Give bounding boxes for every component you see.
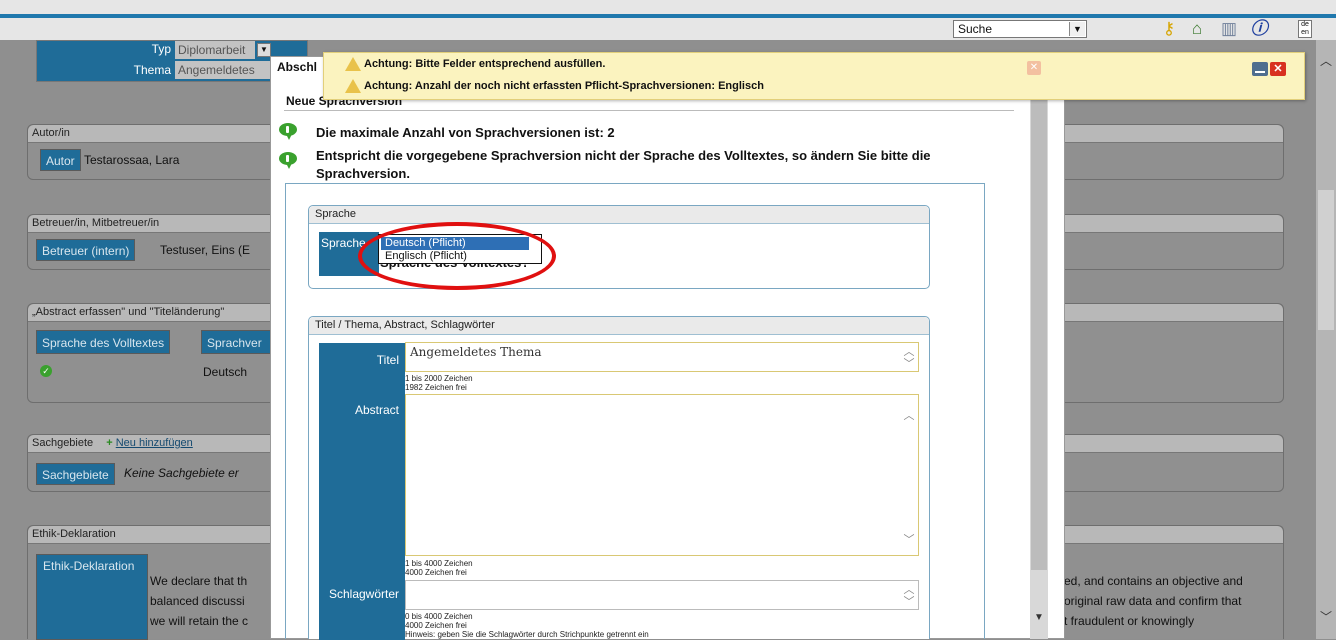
betreuer-value: Testuser, Eins (E (160, 243, 251, 257)
info-bubble-icon (279, 152, 297, 170)
schlagwoerter-label: Schlagwörter (328, 587, 399, 601)
top-toolbar (0, 0, 1336, 40)
page-scrollbar[interactable] (1316, 40, 1336, 639)
home-icon[interactable]: ⌂ (1186, 19, 1208, 39)
betreuer-label: Betreuer (intern) (36, 239, 136, 261)
schlagwoerter-limit: 0 bis 4000 Zeichen (405, 612, 473, 621)
abstract-free: 4000 Zeichen frei (405, 568, 467, 577)
scroll-up-icon[interactable]: ︿ (1318, 52, 1334, 68)
minimize-icon[interactable] (1252, 62, 1268, 76)
titel-label-column: Titel Abstract Schlagwörter (319, 343, 405, 640)
titel-limit: 1 bis 2000 Zeichen (405, 374, 473, 383)
neu-hinzufuegen-link[interactable]: Neu hinzufügen (116, 437, 193, 449)
typ-label: Typ (151, 42, 171, 56)
scroll-down-icon[interactable]: ﹀ (903, 355, 915, 371)
lang-en-label: en (1301, 29, 1309, 36)
search-select[interactable]: Suche ▼ (953, 20, 1087, 38)
dialog-scroll-down-icon[interactable]: ▼ (1031, 612, 1047, 626)
warning-line-2: Achtung: Anzahl der noch nicht erfassten… (364, 80, 764, 92)
ethik-text-line3-left: we will retain the c (150, 614, 249, 628)
ethik-label: Ethik-Deklaration (43, 559, 135, 573)
info-language-hint-line1: Entspricht die vorgegebene Sprachversion… (316, 148, 931, 163)
col-sprachversion: Sprachver (201, 330, 271, 354)
abstract-limit: 1 bis 4000 Zeichen (405, 559, 473, 568)
key-icon[interactable]: ⚷ (1158, 19, 1180, 39)
row-sprache-value: Deutsch (203, 365, 248, 379)
warning-icon (345, 79, 361, 93)
dialog-divider (284, 110, 1014, 111)
sachgebiete-value: Keine Sachgebiete er (124, 466, 239, 480)
typ-value[interactable]: Diplomarbeit (175, 41, 255, 59)
language-switch-icon[interactable]: de en (1298, 20, 1312, 38)
ethik-text-line2-right: original raw data and confirm that (1064, 594, 1242, 608)
toolbar-accent-line (0, 14, 1336, 18)
thema-value[interactable]: Angemeldetes (175, 61, 271, 79)
sachgebiete-label: Sachgebiete (36, 463, 115, 485)
ethik-text-line1-left: We declare that th (150, 574, 248, 588)
titel-free: 1982 Zeichen frei (405, 383, 467, 392)
scroll-down-icon[interactable]: ﹀ (1318, 608, 1334, 624)
ethik-text-line2-left: balanced discussi (150, 594, 245, 608)
sprache-fieldset-title: Sprache (309, 206, 929, 224)
autor-value: Testarossaa, Lara (84, 153, 180, 167)
scroll-down-icon[interactable]: ﹀ (903, 593, 915, 609)
abstract-label: Abstract (354, 403, 399, 417)
schlagwoerter-hint: Hinweis: geben Sie die Schlagwörter durc… (405, 630, 649, 639)
chevron-down-icon: ▼ (1069, 22, 1085, 36)
scroll-up-icon[interactable]: ︿ (903, 407, 915, 423)
schlagwoerter-input[interactable]: ︿ ﹀ (405, 580, 919, 610)
library-icon[interactable]: ▥ (1218, 19, 1240, 39)
lang-de-label: de (1301, 21, 1309, 28)
ethik-label-cell: Ethik-Deklaration (36, 554, 148, 640)
warning-line-1: Achtung: Bitte Felder entsprechend ausfü… (364, 58, 606, 70)
info-language-hint-line2: Sprachversion. (316, 166, 410, 181)
titel-label: Titel (376, 353, 399, 367)
thema-label: Thema (133, 63, 171, 77)
check-icon: ✓ (40, 365, 52, 377)
info-bubble-icon (279, 123, 297, 141)
abstract-textarea[interactable]: ︿ ﹀ (405, 394, 919, 556)
red-highlight-ellipse (358, 222, 556, 290)
chevron-down-icon[interactable]: ▼ (257, 43, 271, 57)
schlagwoerter-free: 4000 Zeichen frei (405, 621, 467, 630)
ethik-text-line3-right: t fraudulent or knowingly (1064, 614, 1195, 628)
info-max-versions: Die maximale Anzahl von Sprachversionen … (316, 125, 615, 140)
info-icon[interactable]: ⓘ (1248, 19, 1270, 39)
titel-fieldset-title: Titel / Thema, Abstract, Schlagwörter (309, 317, 929, 335)
typ-thema-table: Typ Diplomarbeit ▼ Thema Angemeldetes (36, 40, 308, 82)
warning-icon (345, 57, 361, 71)
titel-input[interactable]: Angemeldetes Thema ︿ ﹀ (405, 342, 919, 372)
close-icon[interactable]: ✕ (1270, 62, 1286, 76)
plus-icon[interactable]: + (106, 437, 112, 449)
titel-input-value: Angemeldetes Thema (410, 345, 542, 359)
col-sprache-volltext: Sprache des Volltextes (36, 330, 171, 354)
sachgebiete-title: Sachgebiete (32, 437, 94, 449)
ethik-text-line1-right: ed, and contains an objective and (1064, 574, 1243, 588)
search-select-value: Suche (958, 22, 993, 36)
close-icon[interactable]: ✕ (1027, 61, 1041, 75)
scroll-down-icon[interactable]: ﹀ (903, 531, 915, 547)
autor-label: Autor (40, 149, 81, 171)
page-scrollbar-thumb[interactable] (1318, 190, 1334, 330)
dialog-scrollbar-thumb[interactable] (1031, 100, 1047, 570)
